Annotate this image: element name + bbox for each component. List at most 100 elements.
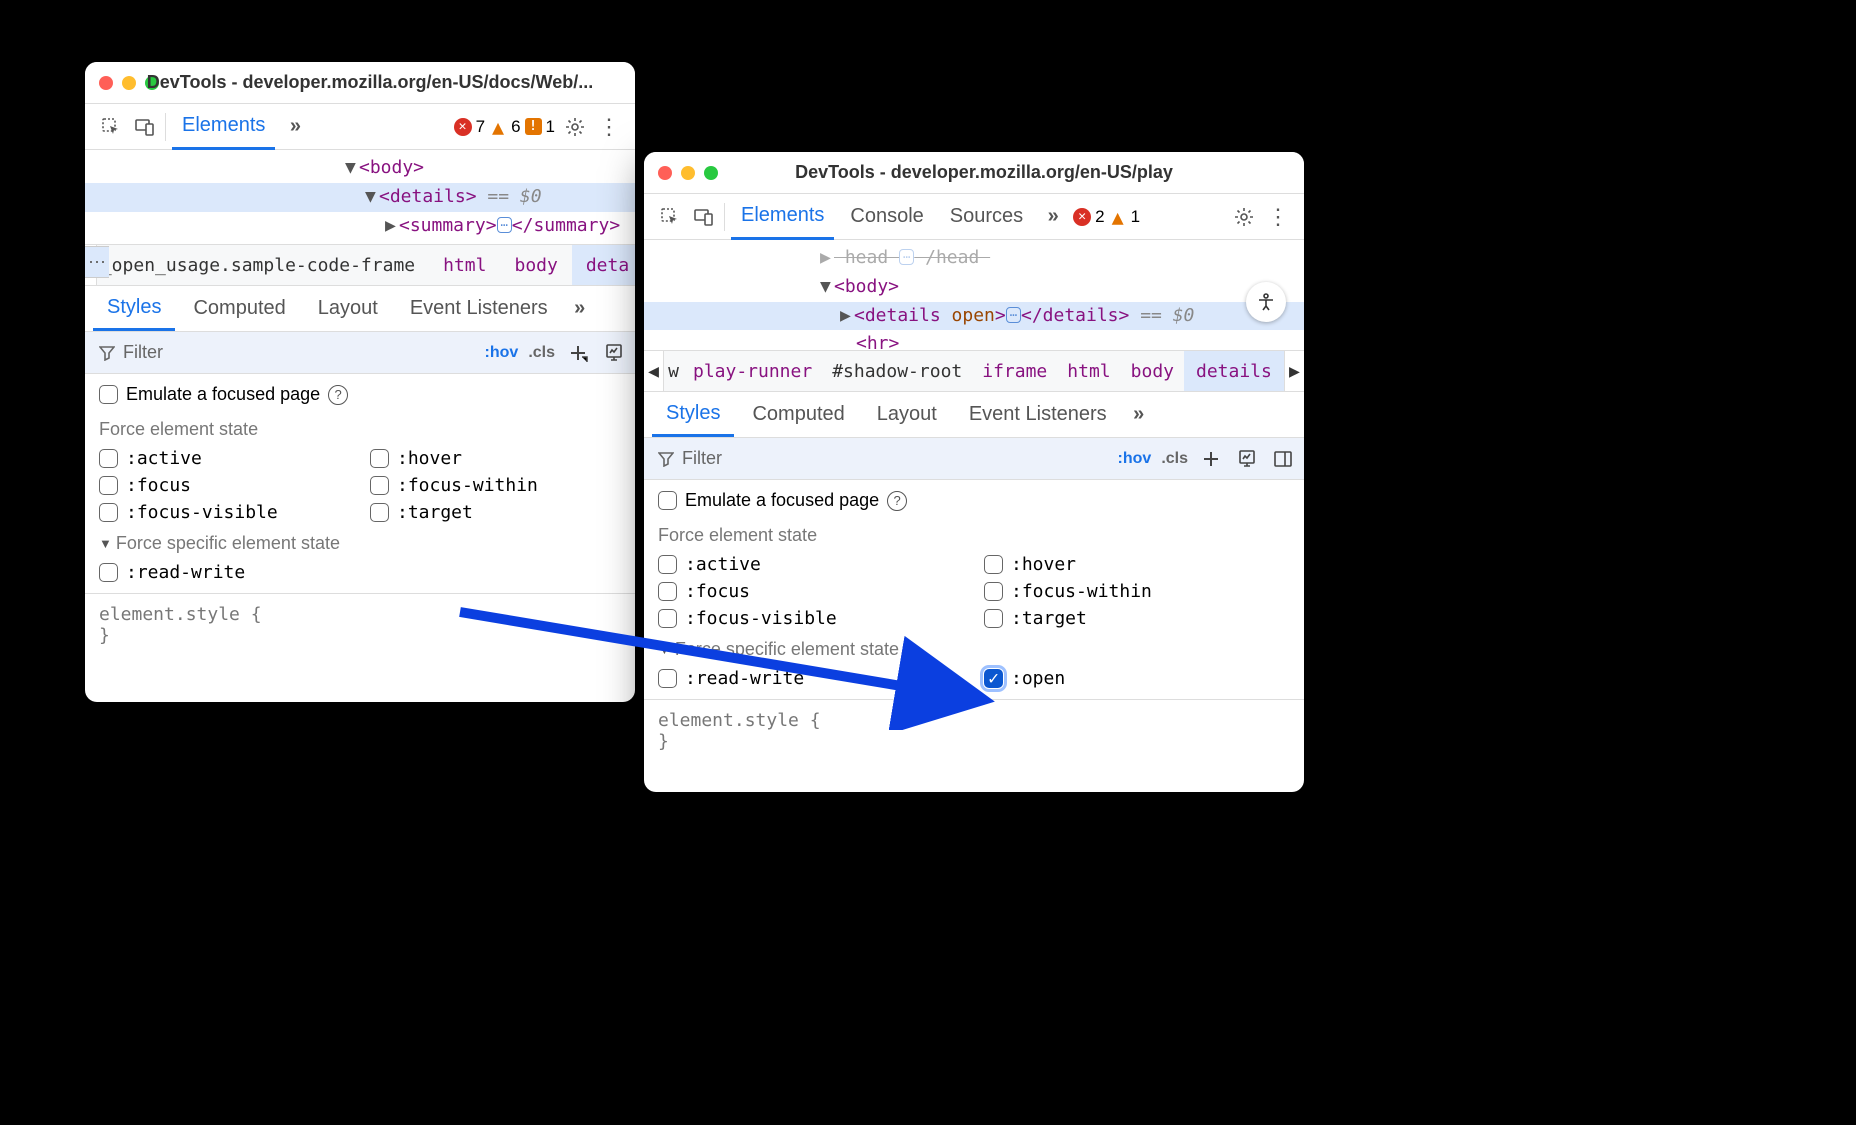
settings-gear-icon[interactable]	[561, 113, 589, 141]
state-hover-checkbox[interactable]	[370, 449, 389, 468]
state-focus-within-checkbox[interactable]	[370, 476, 389, 495]
crumb-html[interactable]: html	[429, 255, 500, 276]
error-count: 2	[1095, 207, 1104, 227]
state-active-checkbox[interactable]	[99, 449, 118, 468]
dom-body-tag[interactable]: <body>	[359, 157, 424, 178]
element-style-rule[interactable]: element.style { }	[644, 699, 1304, 752]
force-state-label: Force element state	[658, 525, 1290, 546]
toggle-cls[interactable]: .cls	[528, 344, 555, 362]
close-window-icon[interactable]	[658, 166, 672, 180]
dom-selected-line[interactable]: ▶<details open>⋯</details> == $0	[644, 302, 1304, 331]
dom-body-tag[interactable]: <body>	[834, 276, 899, 297]
more-subtabs-icon[interactable]: »	[1125, 401, 1153, 429]
state-focus-within-checkbox[interactable]	[984, 582, 1003, 601]
ellipsis-badge-icon[interactable]: ⋯	[1006, 307, 1021, 323]
styles-subtabs: Styles Computed Layout Event Listeners »	[644, 392, 1304, 438]
close-window-icon[interactable]	[99, 76, 113, 90]
panel-tab-sources[interactable]: Sources	[940, 205, 1033, 228]
force-specific-toggle[interactable]: ▼ Force specific element state	[99, 533, 621, 554]
crumb-details[interactable]: details	[1184, 351, 1284, 391]
state-hover-checkbox[interactable]	[984, 555, 1003, 574]
panel-tab-elements[interactable]: Elements	[172, 104, 275, 150]
subtab-layout[interactable]: Layout	[304, 286, 392, 331]
emulate-focused-checkbox[interactable]	[658, 491, 677, 510]
toggle-hov[interactable]: :hov	[485, 344, 519, 362]
crumb-play-runner[interactable]: play-runner	[683, 361, 822, 382]
filter-bar: Filter :hov .cls	[85, 332, 635, 374]
devtools-toolbar: Elements » ✕ 7 ▲ 6 ! 1 ⋮	[85, 104, 635, 150]
subtab-computed[interactable]: Computed	[179, 286, 299, 331]
more-subtabs-icon[interactable]: »	[566, 295, 594, 323]
state-focus-visible-checkbox[interactable]	[99, 503, 118, 522]
crumb-clip[interactable]: w	[664, 361, 683, 382]
crumb-iframe[interactable]: iframe	[972, 361, 1057, 382]
device-toggle-icon[interactable]	[690, 203, 718, 231]
accessibility-icon[interactable]	[1246, 282, 1286, 322]
crumb-shadow-root[interactable]: #shadow-root	[822, 361, 972, 382]
help-icon[interactable]: ?	[887, 491, 907, 511]
titlebar: DevTools - developer.mozilla.org/en-US/d…	[85, 62, 635, 104]
devtools-window-2: DevTools - developer.mozilla.org/en-US/p…	[644, 152, 1304, 792]
kebab-menu-icon[interactable]: ⋮	[1264, 203, 1292, 231]
state-read-write-checkbox[interactable]	[99, 563, 118, 582]
issues-summary[interactable]: ✕ 7 ▲ 6 ! 1	[454, 117, 555, 137]
issues-summary[interactable]: ✕ 2 ▲ 1	[1073, 207, 1140, 227]
window-title: DevTools - developer.mozilla.org/en-US/p…	[678, 162, 1290, 183]
dom-tree[interactable]: ▼<body> ▼<details> == $0 ▶<summary>⋯</su…	[85, 150, 635, 244]
subtab-event-listeners[interactable]: Event Listeners	[955, 392, 1121, 437]
filter-input[interactable]: Filter	[93, 342, 475, 363]
kebab-menu-icon[interactable]: ⋮	[595, 113, 623, 141]
dom-selected-line[interactable]: ▼<details> == $0	[85, 183, 635, 212]
emulate-focused-label: Emulate a focused page	[685, 490, 879, 511]
crumb-details[interactable]: deta	[572, 245, 635, 285]
state-target-checkbox[interactable]	[370, 503, 389, 522]
crumb-scroll-right-icon[interactable]: ▶	[1284, 351, 1304, 391]
more-tabs-icon[interactable]: »	[1039, 203, 1067, 231]
ellipsis-badge-icon[interactable]: ⋯	[497, 217, 512, 233]
subtab-styles[interactable]: Styles	[652, 392, 734, 437]
panel-tab-console[interactable]: Console	[840, 205, 933, 228]
panel-tab-elements[interactable]: Elements	[731, 194, 834, 240]
toggle-cls[interactable]: .cls	[1161, 450, 1188, 468]
rendering-icon[interactable]	[1234, 446, 1260, 472]
crumb-frame[interactable]: _open_usage.sample-code-frame	[97, 255, 429, 276]
state-active-checkbox[interactable]	[658, 555, 677, 574]
inspect-icon[interactable]	[656, 203, 684, 231]
crumb-scroll-left-icon[interactable]: ◀	[644, 351, 664, 391]
help-icon[interactable]: ?	[328, 385, 348, 405]
state-focus-checkbox[interactable]	[99, 476, 118, 495]
subtab-event-listeners[interactable]: Event Listeners	[396, 286, 562, 331]
subtab-computed[interactable]: Computed	[738, 392, 858, 437]
error-icon: ✕	[454, 118, 472, 136]
state-focus-visible-checkbox[interactable]	[658, 609, 677, 628]
info-icon: !	[525, 118, 542, 135]
toggle-hov[interactable]: :hov	[1118, 450, 1152, 468]
state-open-checkbox[interactable]: ✓	[984, 669, 1003, 688]
state-focus-checkbox[interactable]	[658, 582, 677, 601]
emulate-focused-checkbox[interactable]	[99, 385, 118, 404]
settings-gear-icon[interactable]	[1230, 203, 1258, 231]
gutter-overflow-icon[interactable]: ⋯	[85, 246, 109, 278]
more-tabs-icon[interactable]: »	[281, 113, 309, 141]
new-rule-icon[interactable]	[565, 340, 591, 366]
subtab-styles[interactable]: Styles	[93, 286, 175, 331]
subtab-layout[interactable]: Layout	[863, 392, 951, 437]
new-rule-icon[interactable]	[1198, 446, 1224, 472]
crumb-body[interactable]: body	[1121, 361, 1184, 382]
breadcrumb[interactable]: ◀ w play-runner #shadow-root iframe html…	[644, 350, 1304, 392]
breadcrumb[interactable]: ◀ _open_usage.sample-code-frame html bod…	[85, 244, 635, 286]
ellipsis-badge-icon[interactable]: ⋯	[899, 249, 914, 265]
computed-sidebar-icon[interactable]	[1270, 446, 1296, 472]
inspect-icon[interactable]	[97, 113, 125, 141]
rendering-icon[interactable]	[601, 340, 627, 366]
crumb-body[interactable]: body	[500, 255, 571, 276]
filter-icon	[99, 345, 115, 361]
force-specific-toggle[interactable]: ▼ Force specific element state	[658, 639, 1290, 660]
state-target-checkbox[interactable]	[984, 609, 1003, 628]
state-read-write-checkbox[interactable]	[658, 669, 677, 688]
filter-input[interactable]: Filter	[652, 448, 1108, 469]
device-toggle-icon[interactable]	[131, 113, 159, 141]
crumb-html[interactable]: html	[1057, 361, 1120, 382]
element-style-rule[interactable]: element.style { }	[85, 593, 635, 646]
dom-tree[interactable]: ▶ head ⋯ /head ▼<body> ▶<details open>⋯<…	[644, 240, 1304, 350]
